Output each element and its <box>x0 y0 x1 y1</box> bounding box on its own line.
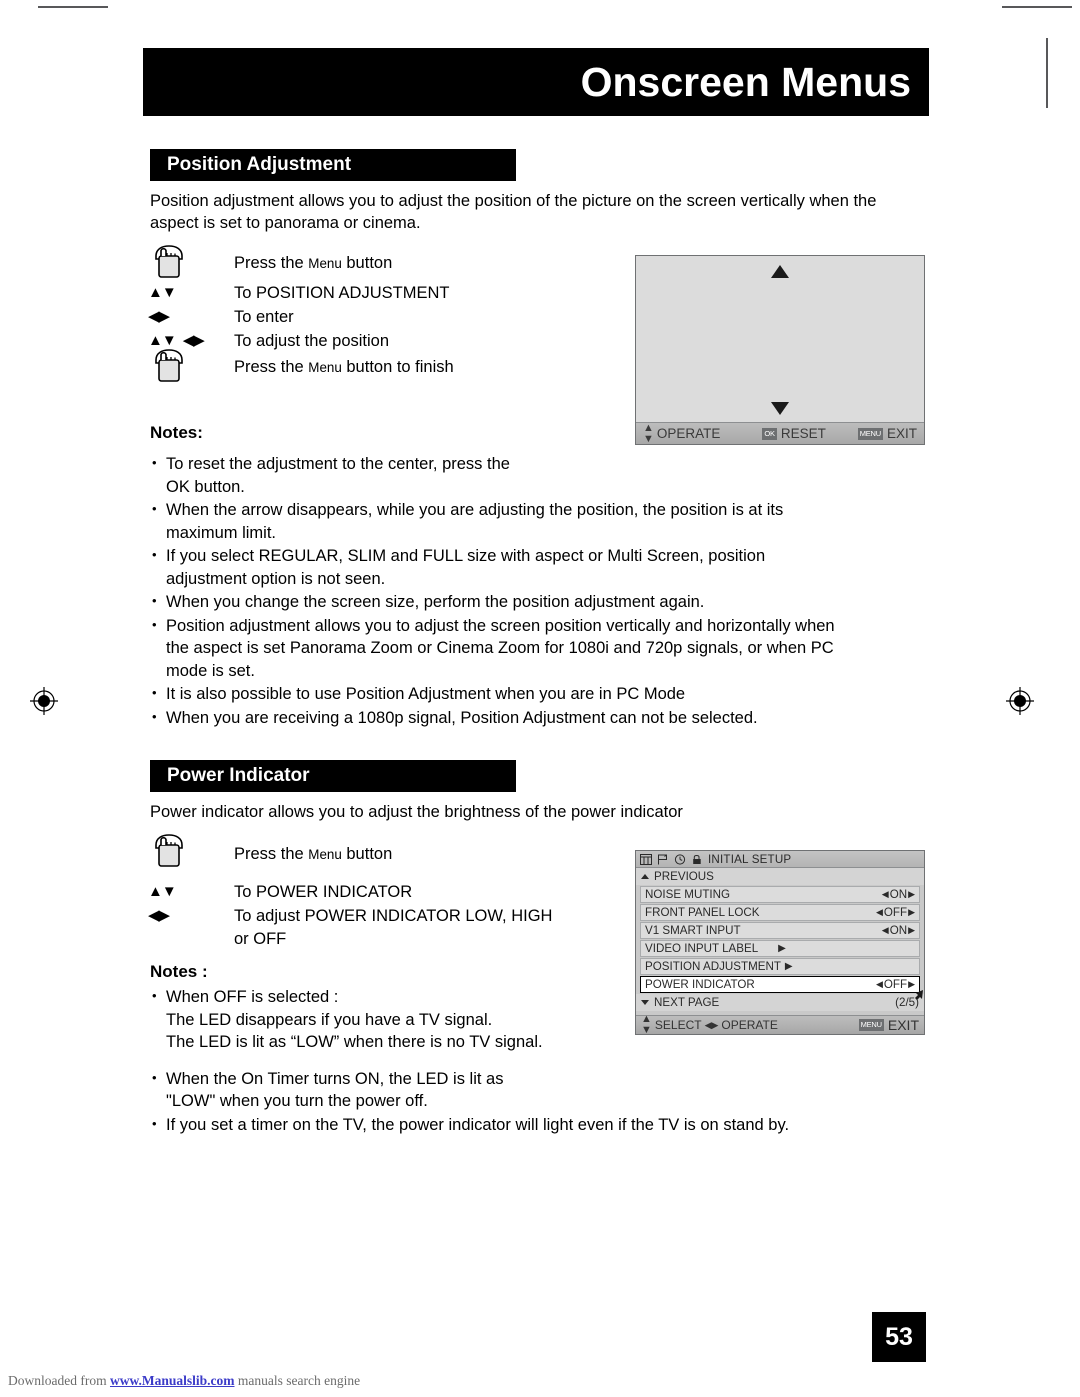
flag-tab-icon[interactable] <box>657 854 669 865</box>
note-item: When you are receiving a 1080p signal, P… <box>150 706 926 730</box>
note-item: It is also possible to use Position Adju… <box>150 682 926 706</box>
page-banner: Onscreen Menus <box>143 48 929 116</box>
note-item: Position adjustment allows you to adjust… <box>150 614 926 683</box>
down-arrow-indicator-icon <box>771 402 789 415</box>
menu-row-label: V1 SMART INPUT <box>645 923 741 937</box>
power-notes-title: Notes : <box>150 962 208 981</box>
page-title: Onscreen Menus <box>580 58 911 105</box>
note-item: If you set a timer on the TV, the power … <box>150 1113 926 1137</box>
osd-exit-hint: MENU EXIT <box>857 426 917 441</box>
left-arrow-icon[interactable]: ◀ <box>882 925 889 935</box>
menu-row-value[interactable]: ◀ ON ▶ <box>882 924 915 937</box>
osd-operate-hint: ▲ ▼ OPERATE <box>643 421 721 445</box>
crop-mark-top-right <box>1002 6 1072 8</box>
step-label: To adjust POWER INDICATOR LOW, HIGH or O… <box>234 907 553 948</box>
hand-press-icon <box>148 245 234 278</box>
position-notes-list: To reset the adjustment to the center, p… <box>150 452 926 730</box>
power-intro-paragraph: Power indicator allows you to adjust the… <box>150 803 683 821</box>
note-item: To reset the adjustment to the center, p… <box>150 452 926 498</box>
left-right-arrows-icon: ◀▶ <box>148 308 170 325</box>
crop-mark-top-left <box>38 6 108 8</box>
up-down-arrows-icon: ▲▼ <box>148 284 177 301</box>
footer-attribution: Downloaded from www.Manualslib.com manua… <box>8 1373 360 1389</box>
menu-row-noise-muting[interactable]: NOISE MUTING ◀ ON ▶ <box>640 886 920 903</box>
picture-tab-icon[interactable] <box>640 853 652 865</box>
clock-tab-icon[interactable] <box>674 853 686 865</box>
hand-press-icon <box>148 834 234 867</box>
registration-target-right <box>1005 686 1035 716</box>
left-arrow-icon[interactable]: ◀ <box>882 889 889 899</box>
step-label: Press the Menu button <box>234 845 393 863</box>
position-notes-title: Notes: <box>150 423 203 442</box>
step-label: To POSITION ADJUSTMENT <box>234 284 450 302</box>
hand-press-icon <box>148 349 234 382</box>
note-item: When you change the screen size, perform… <box>150 590 926 614</box>
position-intro-paragraph: Position adjustment allows you to adjust… <box>150 192 877 232</box>
step-row: Press the Menu button <box>148 834 552 867</box>
menu-row-front-panel-lock[interactable]: FRONT PANEL LOCK ◀ OFF ▶ <box>640 904 920 921</box>
osd-reset-hint: OK RESET <box>762 426 826 441</box>
step-label: Press the Menu button to finish <box>234 358 454 376</box>
note-item: When the On Timer turns ON, the LED is l… <box>150 1067 926 1113</box>
footer-suffix: manuals search engine <box>234 1373 361 1388</box>
osd-position-adjustment-screen: ▲ ▼ OPERATE OK RESET MENU EXIT <box>635 255 925 445</box>
menu-row-v1-smart-input[interactable]: V1 SMART INPUT ◀ ON ▶ <box>640 922 920 939</box>
section-heading-power-indicator: Power Indicator <box>150 760 516 792</box>
up-down-arrows-icon: ▲▼ <box>148 883 177 900</box>
triangle-up-icon <box>641 874 649 879</box>
step-row: Press the Menu button <box>148 245 454 278</box>
right-arrow-icon[interactable]: ▶ <box>908 889 915 899</box>
submenu-arrow-icon: ▶ <box>778 942 786 954</box>
footer-prefix: Downloaded from <box>8 1373 110 1388</box>
menu-keycap-icon: MENU <box>857 427 883 440</box>
step-row: ▲▼ ◀▶ To adjust the position <box>148 329 454 353</box>
ok-keycap-icon: OK <box>762 427 777 440</box>
step-row: ▲▼ To POWER INDICATOR <box>148 880 552 904</box>
left-right-arrows-icon: ◀▶ <box>148 907 170 924</box>
step-row: Press the Menu button to finish <box>148 349 454 382</box>
osd-status-bar: ▲ ▼ OPERATE OK RESET MENU EXIT <box>636 422 924 444</box>
step-label: To POWER INDICATOR <box>234 883 413 901</box>
step-label: To enter <box>234 308 294 326</box>
section-heading-position-adjustment: Position Adjustment <box>150 149 516 181</box>
registration-target-left <box>29 686 59 716</box>
step-row: ▲▼ To POSITION ADJUSTMENT <box>148 281 454 305</box>
osd-previous-row[interactable]: PREVIOUS <box>636 868 924 885</box>
note-item: When the arrow disappears, while you are… <box>150 498 926 544</box>
osd-menu-rows: NOISE MUTING ◀ ON ▶ FRONT PANEL LOCK ◀ O… <box>636 885 924 1000</box>
menu-row-label: POSITION ADJUSTMENT <box>645 959 781 973</box>
menu-row-value[interactable]: ◀ OFF ▶ <box>876 906 915 919</box>
up-arrow-indicator-icon <box>771 265 789 278</box>
crop-mark-left-top <box>1046 38 1048 108</box>
step-row: ◀▶ To enter <box>148 305 454 329</box>
osd-previous-label: PREVIOUS <box>654 870 714 883</box>
note-item: If you select REGULAR, SLIM and FULL siz… <box>150 544 926 590</box>
manualslib-link[interactable]: www.Manualslib.com <box>110 1373 235 1388</box>
power-notes-list: When OFF is selected : The LED disappear… <box>150 985 926 1137</box>
menu-row-video-input-label[interactable]: VIDEO INPUT LABEL ▶ <box>640 940 920 957</box>
section-heading-label: Power Indicator <box>167 765 310 786</box>
step-label: To adjust the position <box>234 332 390 350</box>
step-label: Press the Menu button <box>234 254 393 272</box>
menu-row-value[interactable]: ◀ ON ▶ <box>882 888 915 901</box>
page-number-badge: 53 <box>872 1312 926 1362</box>
right-arrow-icon[interactable]: ▶ <box>908 925 915 935</box>
note-item: When OFF is selected : The LED disappear… <box>150 985 926 1054</box>
power-steps-list: Press the Menu button ▲▼ To POWER INDICA… <box>148 834 552 951</box>
osd-title-label: INITIAL SETUP <box>708 852 792 866</box>
step-row: ◀▶ To adjust POWER INDICATOR LOW, HIGH o… <box>148 904 552 951</box>
position-steps-list: Press the Menu button ▲▼ To POSITION ADJ… <box>148 245 454 382</box>
lock-tab-icon[interactable] <box>691 854 703 865</box>
right-arrow-icon[interactable]: ▶ <box>908 907 915 917</box>
menu-row-position-adjustment[interactable]: POSITION ADJUSTMENT ▶ <box>640 958 920 975</box>
menu-row-label: VIDEO INPUT LABEL <box>645 941 759 955</box>
left-arrow-icon[interactable]: ◀ <box>876 907 883 917</box>
menu-row-label: FRONT PANEL LOCK <box>645 905 760 919</box>
menu-row-label: NOISE MUTING <box>645 887 731 901</box>
submenu-arrow-icon: ▶ <box>784 960 793 972</box>
section-heading-label: Position Adjustment <box>167 154 352 175</box>
osd-title-bar: INITIAL SETUP <box>636 851 924 868</box>
up-down-glyph-icon: ▲ ▼ <box>643 421 654 445</box>
